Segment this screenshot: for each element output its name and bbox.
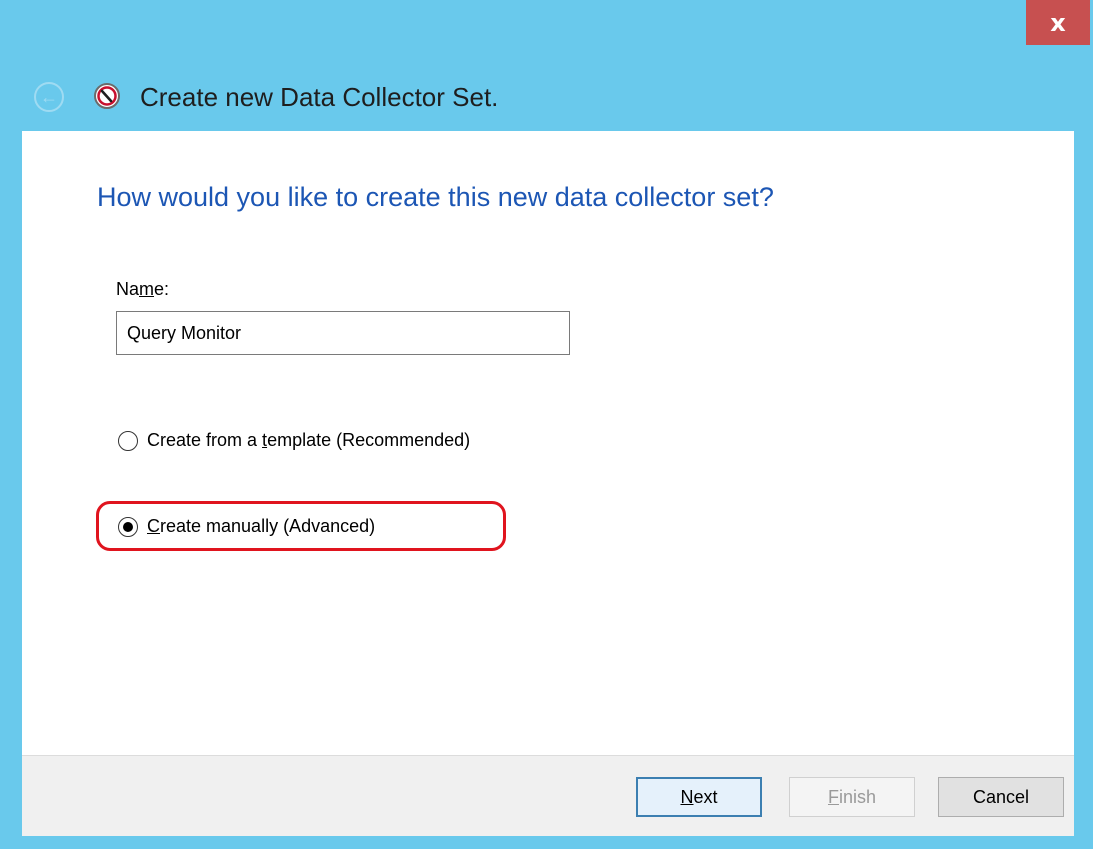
radio-template-label-pre: Create from a <box>147 430 263 450</box>
cancel-button[interactable]: Cancel <box>938 777 1064 817</box>
page-question: How would you like to create this new da… <box>97 182 774 212</box>
close-button[interactable]: x <box>1026 0 1090 45</box>
performance-monitor-icon <box>94 83 120 109</box>
radio-manual-label: Create manually (Advanced) <box>147 516 375 537</box>
back-button[interactable]: ← <box>34 82 64 112</box>
name-label: Name: <box>116 279 169 300</box>
next-button-mnemonic: N <box>680 786 694 807</box>
next-button[interactable]: Next <box>636 777 762 817</box>
wizard-window: x ← Create new Data Collector Set. How w… <box>0 0 1093 849</box>
radio-create-from-template[interactable]: Create from a template (Recommended) <box>118 430 470 451</box>
name-input[interactable] <box>116 311 570 355</box>
radio-template-label-post: emplate (Recommended) <box>267 430 471 450</box>
radio-template-label: Create from a template (Recommended) <box>147 430 470 451</box>
radio-button-template[interactable] <box>118 430 138 451</box>
next-button-rest: ext <box>693 786 718 807</box>
radio-button-manual[interactable] <box>118 516 138 537</box>
radio-create-manually[interactable]: Create manually (Advanced) <box>118 516 375 537</box>
name-label-mnemonic: m <box>139 279 155 299</box>
finish-button[interactable]: Finish <box>789 777 915 817</box>
back-arrow-icon: ← <box>40 87 58 107</box>
finish-button-rest: inish <box>838 786 877 807</box>
wizard-footer: Next Finish Cancel <box>22 755 1074 836</box>
name-label-post: e: <box>154 279 170 299</box>
finish-button-mnemonic: F <box>827 786 839 807</box>
wizard-content: How would you like to create this new da… <box>22 131 1074 755</box>
wizard-header: ← Create new Data Collector Set. <box>0 68 1093 124</box>
name-label-pre: Na <box>116 279 140 299</box>
radio-manual-label-mnemonic: C <box>147 516 160 536</box>
wizard-title: Create new Data Collector Set. <box>140 82 499 112</box>
radio-manual-label-post: reate manually (Advanced) <box>160 516 376 536</box>
close-icon: x <box>1050 8 1066 37</box>
